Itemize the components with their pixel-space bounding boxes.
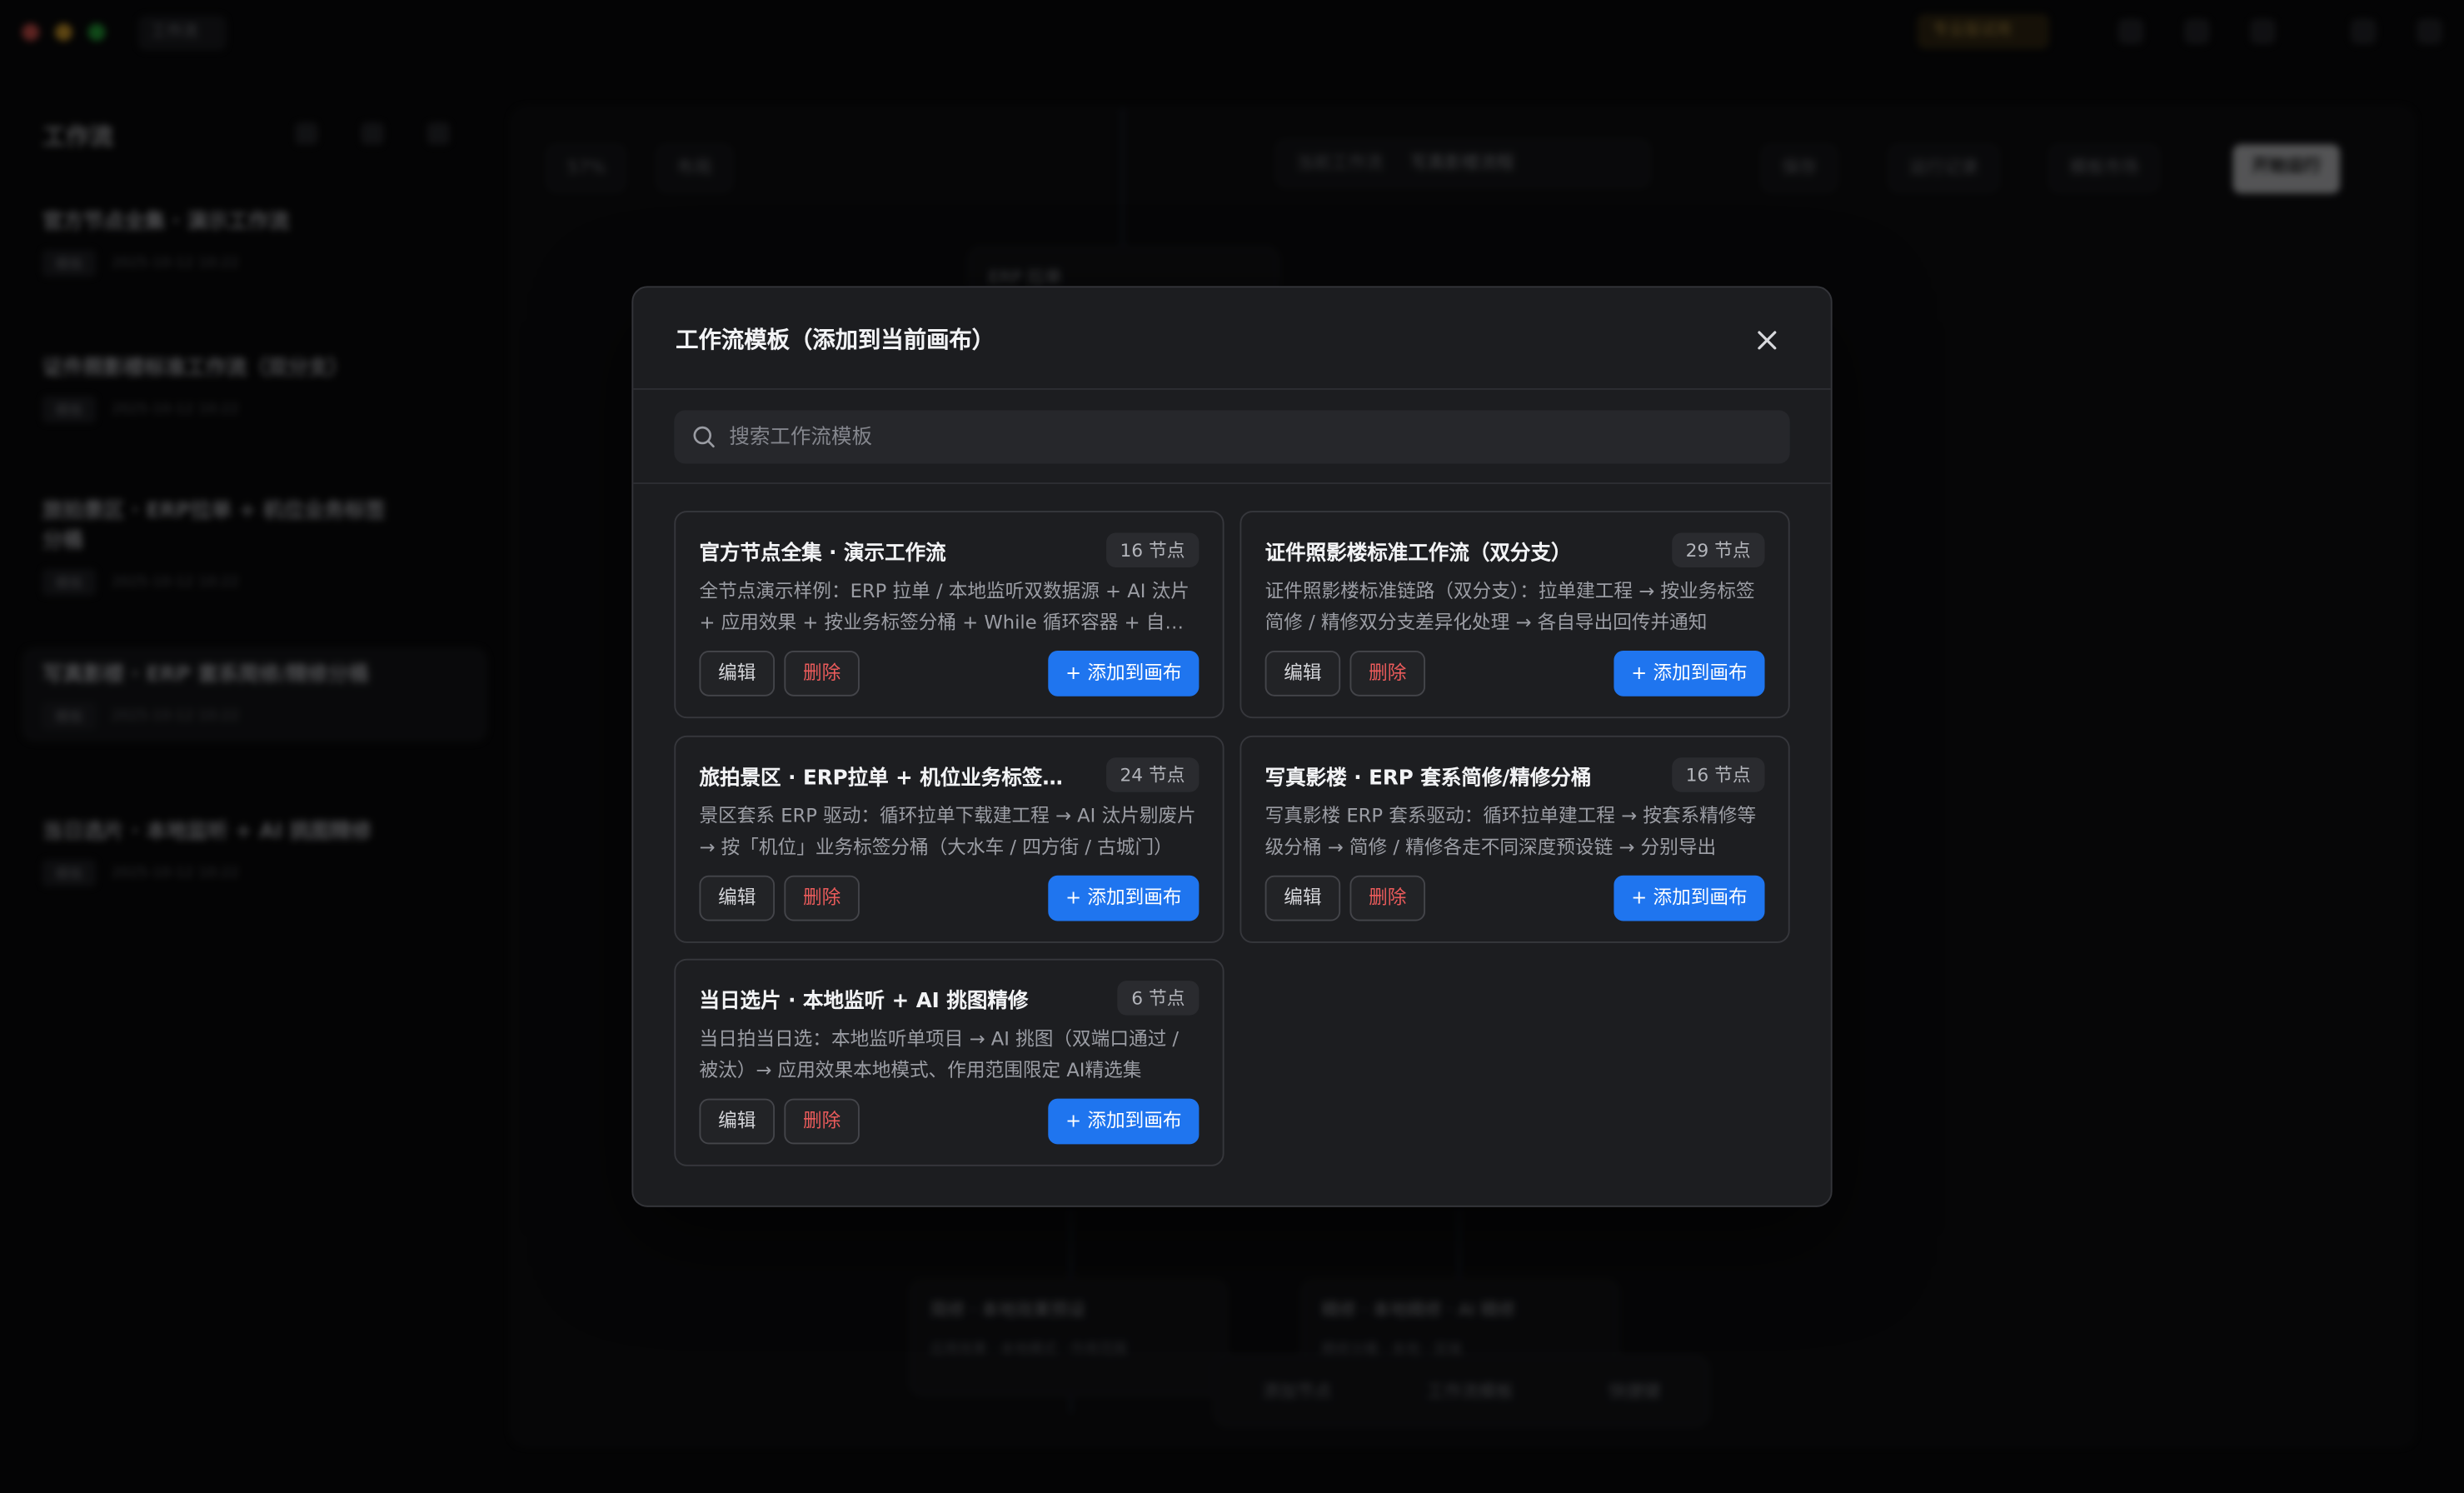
delete-button[interactable]: 删除 <box>784 875 860 921</box>
add-to-canvas-button[interactable]: + 添加到画布 <box>1048 875 1200 921</box>
delete-button[interactable]: 删除 <box>784 1098 860 1145</box>
close-button[interactable] <box>1751 324 1783 356</box>
add-to-canvas-button[interactable]: + 添加到画布 <box>1614 651 1765 697</box>
template-card: 写真影楼 · ERP 套系简修/精修分桶 16 节点 写真影楼 ERP 套系驱动… <box>1239 735 1790 943</box>
close-icon <box>1757 330 1776 349</box>
template-description: 景区套系 ERP 驱动：循环拉单下载建工程 → AI 汰片剔废片 → 按「机位」… <box>699 804 1196 858</box>
edit-button[interactable]: 编辑 <box>1264 651 1341 697</box>
node-count-badge: 16 节点 <box>1105 532 1200 568</box>
template-description: 全节点演示样例：ERP 拉单 / 本地监听双数据源 + AI 汰片 + 应用效果… <box>699 580 1190 633</box>
node-count-badge: 24 节点 <box>1105 757 1200 792</box>
template-card: 证件照影楼标准工作流（双分支） 29 节点 证件照影楼标准链路（双分支）：拉单建… <box>1239 511 1790 719</box>
edit-button[interactable]: 编辑 <box>699 1098 776 1145</box>
edit-button[interactable]: 编辑 <box>699 875 776 921</box>
search-icon <box>693 426 715 448</box>
template-description: 当日拍当日选：本地监听单项目 → AI 挑图（双端口通过 / 被汰）→ 应用效果… <box>699 1027 1180 1081</box>
edit-button[interactable]: 编辑 <box>1264 875 1341 921</box>
template-name: 写真影楼 · ERP 套系简修/精修分桶 <box>1264 766 1592 791</box>
modal-title: 工作流模板（添加到当前画布） <box>676 328 995 354</box>
edit-button[interactable]: 编辑 <box>699 651 776 697</box>
template-card: 旅拍景区 · ERP拉单 + 机位业务标签分桶 24 节点 景区套系 ERP 驱… <box>674 735 1225 943</box>
add-to-canvas-button[interactable]: + 添加到画布 <box>1048 651 1200 697</box>
delete-button[interactable]: 删除 <box>1349 875 1426 921</box>
template-card: 当日选片 · 本地监听 + AI 挑图精修 6 节点 当日拍当日选：本地监听单项… <box>674 958 1225 1166</box>
node-count-badge: 6 节点 <box>1117 981 1200 1016</box>
node-count-badge: 29 节点 <box>1671 532 1765 568</box>
template-name: 官方节点全集 · 演示工作流 <box>699 542 946 567</box>
template-description: 写真影楼 ERP 套系驱动：循环拉单建工程 → 按套系精修等级分桶 → 简修 /… <box>1264 804 1757 858</box>
search-section <box>633 390 1831 485</box>
delete-button[interactable]: 删除 <box>1349 651 1426 697</box>
add-to-canvas-button[interactable]: + 添加到画布 <box>1614 875 1765 921</box>
app-root: 工作流 专业版试用 工作流 官方节点全集 · 演示工作流 模板 2025-10-1… <box>0 0 2464 1493</box>
node-count-badge: 16 节点 <box>1671 757 1765 792</box>
template-modal: 工作流模板（添加到当前画布） 官方节点全集 · 演示工作流 16 节点 全节点演… <box>631 286 1833 1207</box>
add-to-canvas-button[interactable]: + 添加到画布 <box>1048 1098 1200 1145</box>
template-description: 证件照影楼标准链路（双分支）：拉单建工程 → 按业务标签简修 / 精修双分支差异… <box>1264 580 1755 633</box>
template-name: 证件照影楼标准工作流（双分支） <box>1264 542 1572 567</box>
modal-header: 工作流模板（添加到当前画布） <box>633 287 1831 390</box>
delete-button[interactable]: 删除 <box>784 651 860 697</box>
template-card: 官方节点全集 · 演示工作流 16 节点 全节点演示样例：ERP 拉单 / 本地… <box>674 511 1225 719</box>
template-name: 旅拍景区 · ERP拉单 + 机位业务标签分桶 <box>699 766 1083 791</box>
template-name: 当日选片 · 本地监听 + AI 挑图精修 <box>699 990 1029 1014</box>
search-box[interactable] <box>674 410 1790 464</box>
search-input[interactable] <box>729 410 1767 464</box>
